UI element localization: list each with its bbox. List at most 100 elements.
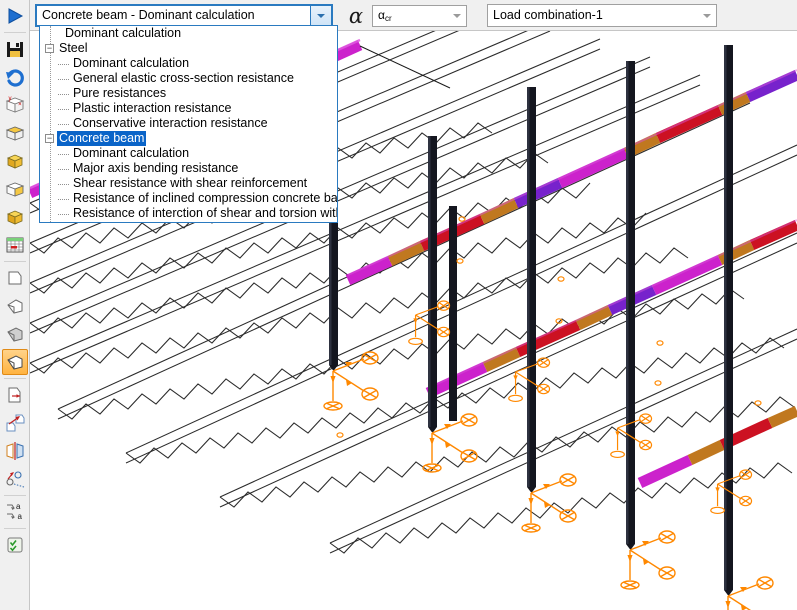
solid-box2-button[interactable]: [2, 204, 28, 230]
svg-text:a: a: [17, 512, 22, 521]
mirror-icon: [6, 442, 23, 460]
dropdown-item-label: Steel: [59, 41, 88, 55]
alpha-cr-dropdown-button[interactable]: [447, 6, 466, 26]
dropdown-item[interactable]: Resistance of interction of shear and to…: [40, 206, 337, 221]
svg-text:a: a: [16, 502, 21, 511]
copy-surface-button[interactable]: [2, 410, 28, 436]
copy-surface-icon: [6, 414, 24, 432]
load-combination-value: Load combination-1: [493, 9, 603, 22]
dropdown-item[interactable]: Major axis bending resistance: [40, 161, 337, 176]
dropdown-item[interactable]: Resistance of inclined compression concr…: [40, 191, 337, 206]
checklist-icon: [7, 537, 22, 553]
surface-arrow-icon: [8, 387, 20, 403]
dropdown-item-label: Concrete beam: [57, 131, 147, 146]
run-calculation-button[interactable]: [2, 3, 28, 29]
dropdown-item[interactable]: Dominant calculation: [40, 56, 337, 71]
folded-surface-icon: [6, 299, 22, 314]
axes-cube-icon: y ×: [5, 96, 24, 113]
surface-fold-button[interactable]: [2, 293, 28, 319]
tree-connector-icon: [58, 93, 69, 96]
check-button[interactable]: [2, 532, 28, 558]
tree-connector-icon: [58, 78, 69, 81]
rename-label-icon: a a: [6, 502, 22, 521]
alpha-cr-subscript: cr: [384, 14, 392, 23]
dropdown-item-label: Resistance of inclined compression concr…: [73, 191, 338, 205]
alpha-cr-combo[interactable]: αcr: [372, 5, 467, 27]
grid-table-icon: [6, 237, 23, 253]
mirror-button[interactable]: [2, 438, 28, 464]
rotate-node-icon: [5, 471, 24, 488]
calculation-type-value: Concrete beam - Dominant calculation: [42, 9, 255, 22]
dropdown-item[interactable]: Shear resistance with shear reinforcemen…: [40, 176, 337, 191]
column: [449, 206, 457, 421]
load-combination-dropdown-button[interactable]: [697, 5, 716, 26]
grid-button[interactable]: [2, 232, 28, 258]
undo-arrow-icon: [5, 69, 24, 87]
dropdown-item-label: Dominant calculation: [73, 146, 190, 160]
save-button[interactable]: [2, 36, 28, 62]
wireframe-box2-button[interactable]: [2, 176, 28, 202]
axes-view-button[interactable]: y ×: [2, 92, 28, 118]
flat-surface-icon: [8, 271, 21, 285]
dropdown-item-label: Dominant calculation: [73, 56, 190, 70]
calculation-type-combo[interactable]: Concrete beam - Dominant calculation: [35, 4, 333, 27]
chevron-down-icon: [702, 13, 711, 18]
dropdown-item[interactable]: Pure resistances: [40, 86, 337, 101]
surface-flat-button[interactable]: [2, 265, 28, 291]
calculation-type-dropdown-list[interactable]: Dominant calculation − Steel Dominant calcu…: [39, 25, 338, 223]
toolbar-separator: [3, 261, 26, 262]
dropdown-item[interactable]: − Concrete beam: [40, 131, 337, 146]
svg-text:y: y: [8, 96, 11, 102]
dropdown-item-label: Conservative interaction resistance: [73, 116, 268, 130]
dropdown-item[interactable]: Plastic interaction resistance: [40, 101, 337, 116]
toolbar-separator: [3, 378, 26, 379]
rotate-node-button[interactable]: [2, 466, 28, 492]
dropdown-item-label: General elastic cross-section resistance: [73, 71, 294, 85]
dropdown-item-label: Pure resistances: [73, 86, 167, 100]
tree-connector-icon: [58, 123, 69, 126]
dropdown-item-label: Plastic interaction resistance: [73, 101, 232, 115]
calculation-type-dropdown-button[interactable]: [310, 6, 331, 25]
tree-connector-icon: [58, 168, 69, 171]
toolbar-separator: [3, 32, 26, 33]
selected-surface-icon: [6, 355, 22, 370]
wireframe-box-button[interactable]: [2, 120, 28, 146]
alpha-icon: α: [348, 3, 364, 28]
rename-button[interactable]: a a: [2, 499, 28, 525]
surface-shaded-button[interactable]: [2, 321, 28, 347]
dropdown-item[interactable]: − Steel: [40, 41, 337, 56]
dropdown-item[interactable]: Dominant calculation: [40, 26, 337, 41]
svg-text:×: ×: [18, 101, 22, 108]
shaded-surface-icon: [6, 327, 22, 342]
dropdown-item-label: Resistance of interction of shear and to…: [73, 206, 337, 220]
tree-collapse-icon[interactable]: −: [45, 44, 54, 53]
chevron-down-icon: [452, 14, 461, 18]
column: [428, 136, 437, 433]
alpha-cr-value: αcr: [373, 9, 447, 23]
load-combination-combo[interactable]: Load combination-1: [487, 4, 717, 27]
wireframe-cube-icon: [5, 182, 24, 197]
play-icon: [8, 8, 23, 24]
wireframe-cube-icon: [5, 126, 24, 141]
solid-box-button[interactable]: [2, 148, 28, 174]
undo-button[interactable]: [2, 64, 28, 90]
dropdown-item-label: Dominant calculation: [65, 26, 182, 40]
tree-connector-icon: [58, 153, 69, 156]
surface-selected-button[interactable]: [1, 349, 28, 375]
tree-connector-icon: [58, 63, 69, 66]
tree-connector-icon: [58, 183, 69, 186]
dropdown-item[interactable]: General elastic cross-section resistance: [40, 71, 337, 86]
tree-collapse-icon[interactable]: −: [45, 134, 54, 143]
chevron-down-icon: [317, 13, 325, 18]
floppy-save-icon: [6, 42, 23, 57]
tree-connector-icon: [58, 108, 69, 111]
solid-cube-icon: [6, 154, 23, 169]
move-surface-button[interactable]: [2, 382, 28, 408]
left-toolbar: y × a a: [0, 0, 30, 610]
toolbar-separator: [3, 528, 26, 529]
dropdown-item[interactable]: Conservative interaction resistance: [40, 116, 337, 131]
dropdown-item[interactable]: Dominant calculation: [40, 146, 337, 161]
solid-cube-icon: [6, 210, 23, 225]
column: [626, 61, 635, 550]
application-window: y × a a Concrete beam - Dominant calcula…: [0, 0, 797, 610]
